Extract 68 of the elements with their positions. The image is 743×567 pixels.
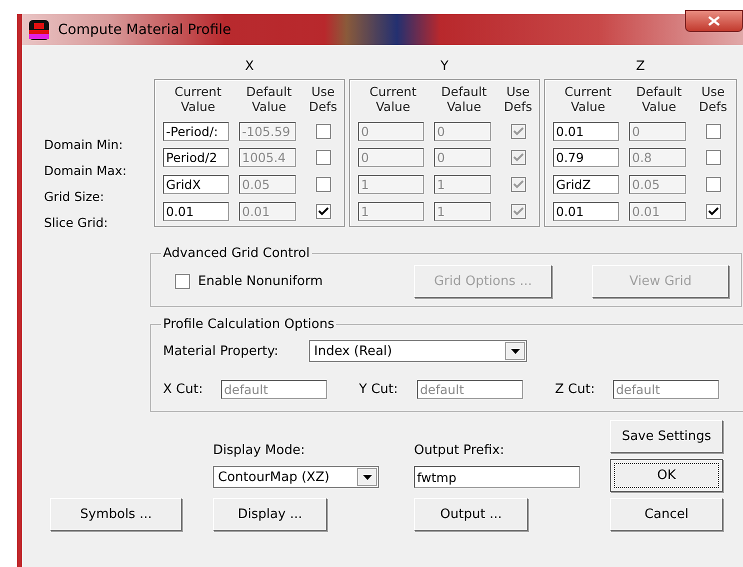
window-title: Compute Material Profile <box>58 22 232 38</box>
use-defaults-checkbox[interactable] <box>706 204 720 220</box>
use-defaults-checkbox[interactable] <box>706 124 720 139</box>
current-value-field[interactable]: 0.01 <box>553 122 619 141</box>
use-defaults-checkbox[interactable] <box>316 150 330 166</box>
column-header: Use Defs <box>698 84 728 114</box>
current-value-field[interactable]: 0.79 <box>553 148 619 168</box>
row-label: Domain Max: <box>43 162 128 180</box>
caret-icon <box>357 468 377 486</box>
column-header: Current Value <box>368 84 418 114</box>
use-defaults-checkbox[interactable] <box>706 177 720 192</box>
field-label: Output Prefix: <box>414 443 506 458</box>
checkbox-label: Enable Nonuniform <box>198 274 324 289</box>
column-header: Use Defs <box>502 84 534 114</box>
display-button[interactable]: Display ... <box>213 498 327 531</box>
output-button[interactable]: Output ... <box>414 498 528 531</box>
cut-field[interactable]: default <box>221 380 327 399</box>
default-value-field[interactable]: 0 <box>629 122 686 141</box>
use-defaults-checkbox[interactable] <box>316 177 330 192</box>
panel-title: Profile Calculation Options <box>162 317 336 332</box>
symbols-button[interactable]: Symbols ... <box>50 498 182 531</box>
use-defaults-checkbox[interactable] <box>706 150 720 166</box>
close-icon <box>708 16 720 26</box>
current-value-field[interactable]: 0.01 <box>163 202 229 222</box>
row-label: Domain Min: <box>43 136 124 154</box>
field-label: Z Cut: <box>555 382 596 397</box>
field-label: Material Property: <box>163 344 280 358</box>
use-defaults-checkbox[interactable] <box>316 124 330 139</box>
current-value-field[interactable]: GridZ <box>553 175 619 194</box>
column-header: Current Value <box>564 84 612 114</box>
panel-title: Advanced Grid Control <box>162 246 311 261</box>
column-header: Default Value <box>440 84 488 114</box>
axis-label: Z <box>635 59 646 76</box>
current-value-field[interactable]: GridX <box>163 175 229 194</box>
axis-label: Y <box>440 59 450 76</box>
app-icon <box>28 18 50 40</box>
cancel-button[interactable]: Cancel <box>610 498 723 531</box>
default-value-field[interactable]: 0.8 <box>629 148 686 168</box>
current-value-field[interactable]: 0.01 <box>553 202 619 222</box>
default-value-field[interactable]: 1005.4 <box>239 148 296 168</box>
save-settings-button[interactable]: Save Settings <box>610 420 723 453</box>
material-property-dropdown[interactable]: Index (Real) <box>309 340 527 362</box>
column-header: Current Value <box>174 84 222 114</box>
column-header: Default Value <box>245 84 293 114</box>
cut-field[interactable]: default <box>417 380 523 399</box>
default-value-field[interactable]: 0.01 <box>629 202 686 222</box>
caret-icon <box>505 342 525 360</box>
ok-button[interactable]: OK <box>610 459 723 492</box>
current-value-field[interactable]: Period/2 <box>163 148 229 168</box>
default-value-field[interactable]: -105.59 <box>239 122 296 141</box>
field-label: Y Cut: <box>359 382 399 397</box>
default-value-field[interactable]: 0.05 <box>239 175 296 194</box>
field-label: X Cut: <box>163 382 204 397</box>
axis-label: X <box>244 59 255 76</box>
close-button[interactable] <box>685 10 743 32</box>
current-value-field[interactable]: -Period/: <box>163 122 229 141</box>
output-prefix-field[interactable]: fwtmp <box>414 466 580 488</box>
use-defaults-checkbox[interactable] <box>316 204 330 220</box>
display-mode-dropdown[interactable]: ContourMap (XZ) <box>213 466 379 488</box>
nonuniform-checkbox[interactable] <box>175 274 190 289</box>
default-value-field[interactable]: 0.05 <box>629 175 686 194</box>
row-label: Grid Size: <box>43 188 106 206</box>
cut-field[interactable]: default <box>613 380 719 399</box>
default-value-field[interactable]: 0.01 <box>239 202 296 222</box>
column-header: Use Defs <box>308 84 338 114</box>
column-header: Default Value <box>635 84 683 114</box>
row-label: Slice Grid: <box>43 214 109 232</box>
field-label: Display Mode: <box>213 443 306 458</box>
